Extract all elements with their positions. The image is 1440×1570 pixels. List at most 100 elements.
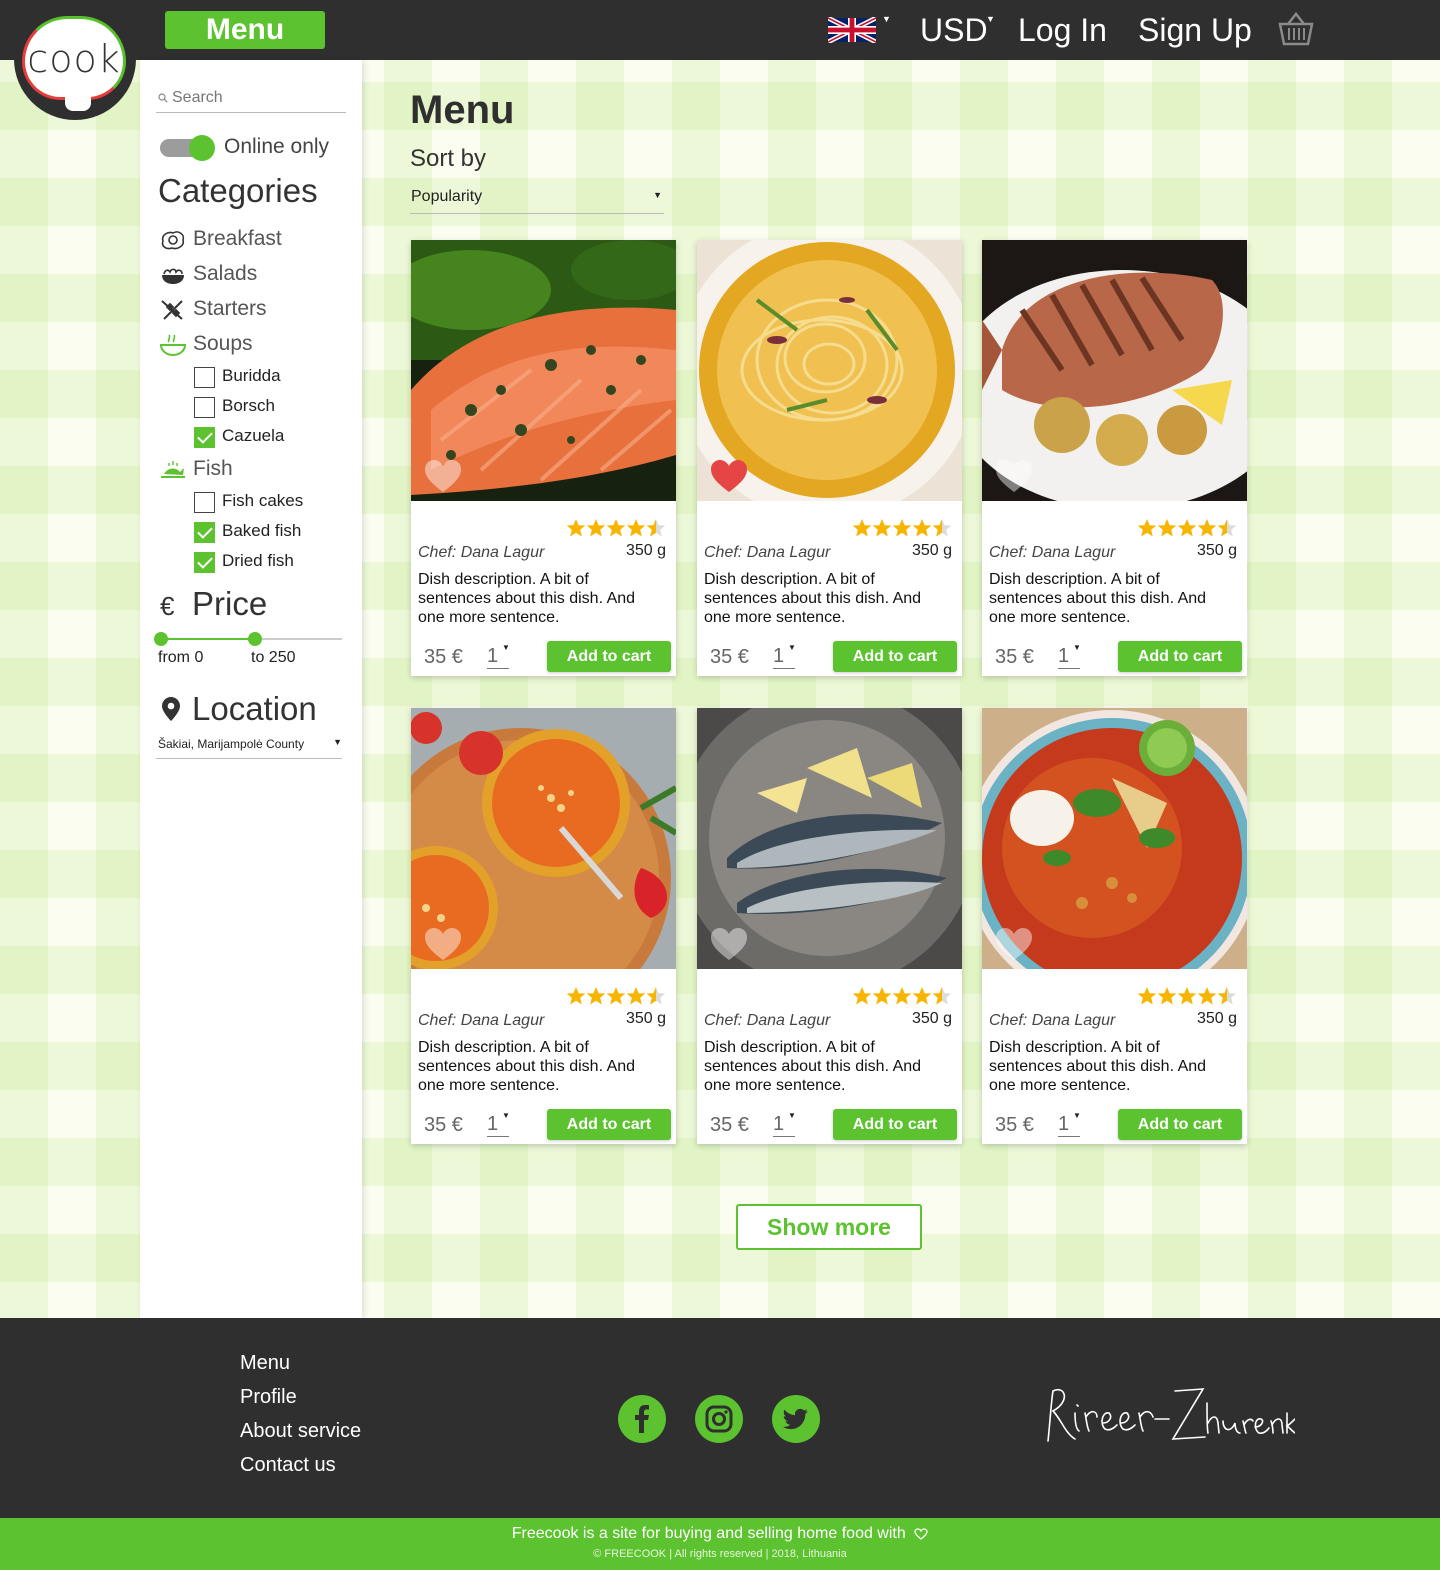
designer-signature — [1047, 1388, 1295, 1442]
heart-icon[interactable] — [423, 458, 463, 494]
quantity-select[interactable]: 1 ▼ — [1058, 1111, 1081, 1137]
search-input[interactable] — [172, 87, 342, 109]
dish-price: 35 € — [710, 646, 749, 668]
add-to-cart-button[interactable]: Add to cart — [1118, 641, 1242, 672]
logo-text: cook — [27, 37, 121, 81]
checkbox[interactable] — [194, 492, 215, 513]
dish-price: 35 € — [424, 646, 463, 668]
dish-card[interactable]: Chef: Dana Lagur 350 g Dish description.… — [411, 708, 676, 1144]
dish-card[interactable]: Chef: Dana Lagur 350 g Dish description.… — [982, 708, 1247, 1144]
chevron-down-icon: ▼ — [788, 1111, 796, 1120]
currency-selector[interactable]: USD — [920, 12, 988, 49]
online-only-toggle[interactable] — [160, 135, 215, 161]
add-to-cart-button[interactable]: Add to cart — [833, 1109, 957, 1140]
chevron-down-icon: ▼ — [502, 1111, 510, 1120]
add-to-cart-button[interactable]: Add to cart — [547, 641, 671, 672]
quantity-select[interactable]: 1 ▼ — [773, 643, 796, 669]
dish-card[interactable]: Chef: Dana Lagur 350 g Dish description.… — [697, 240, 962, 676]
dish-card[interactable]: Chef: Dana Lagur 350 g Dish description.… — [697, 708, 962, 1144]
checkbox[interactable] — [194, 367, 215, 388]
dish-weight: 350 g — [625, 1010, 666, 1027]
dish-card[interactable]: Chef: Dana Lagur 350 g Dish description.… — [982, 240, 1247, 676]
chef-name[interactable]: Chef: Dana Lagur — [989, 1012, 1115, 1030]
quantity-value: 1 — [487, 1113, 499, 1135]
online-only-label: Online only — [224, 135, 330, 158]
sort-select[interactable]: Popularity ▼ — [410, 184, 664, 214]
heart-filled-icon[interactable] — [709, 458, 749, 494]
dish-description: Dish description. A bit of sentences abo… — [989, 571, 1207, 626]
dish-weight: 350 g — [1196, 542, 1237, 559]
instagram-icon[interactable] — [695, 1395, 743, 1443]
dish-price: 35 € — [995, 646, 1034, 668]
checkbox-checked[interactable] — [194, 552, 215, 573]
checkbox-checked[interactable] — [194, 427, 215, 448]
location-heading-text: Location — [192, 690, 317, 727]
category-label: Breakfast — [193, 227, 282, 250]
language-caret-icon[interactable]: ▼ — [882, 14, 891, 24]
chef-name[interactable]: Chef: Dana Lagur — [704, 1012, 830, 1030]
chef-name[interactable]: Chef: Dana Lagur — [704, 544, 830, 562]
price-range-slider[interactable] — [154, 632, 342, 646]
heart-icon[interactable] — [994, 458, 1034, 494]
twitter-icon[interactable] — [772, 1395, 820, 1443]
quantity-value: 1 — [773, 645, 785, 667]
quantity-select[interactable]: 1 ▼ — [487, 1111, 510, 1137]
rating-stars — [1137, 519, 1237, 537]
rating-stars — [566, 987, 666, 1005]
login-link[interactable]: Log In — [1018, 12, 1107, 49]
menu-button[interactable]: Menu — [165, 11, 325, 49]
toggle-knob — [189, 135, 215, 161]
currency-caret-icon[interactable]: ▼ — [986, 14, 995, 24]
checkbox-label: Dried fish — [222, 551, 294, 570]
facebook-icon[interactable] — [618, 1395, 666, 1443]
heart-icon[interactable] — [709, 926, 749, 962]
footer-link-about[interactable]: About service — [240, 1420, 361, 1443]
dish-weight: 350 g — [1196, 1010, 1237, 1027]
footer-link-contact[interactable]: Contact us — [240, 1454, 336, 1477]
chef-name[interactable]: Chef: Dana Lagur — [418, 544, 544, 562]
chevron-down-icon: ▼ — [502, 643, 510, 652]
dish-price: 35 € — [424, 1114, 463, 1136]
quantity-select[interactable]: 1 ▼ — [773, 1111, 796, 1137]
category-label: Soups — [193, 332, 253, 355]
basket-icon[interactable] — [1278, 12, 1314, 46]
search-icon — [158, 93, 168, 103]
chef-name[interactable]: Chef: Dana Lagur — [418, 1012, 544, 1030]
logo[interactable]: cook — [14, 0, 136, 120]
price-to-label: to 250 — [251, 649, 296, 666]
dish-description: Dish description. A bit of sentences abo… — [989, 1039, 1207, 1094]
location-select[interactable]: Šakiai, Marijampolė County ▼ — [156, 734, 342, 759]
signup-link[interactable]: Sign Up — [1138, 12, 1252, 49]
heart-icon[interactable] — [423, 926, 463, 962]
dish-price: 35 € — [710, 1114, 749, 1136]
show-more-button[interactable]: Show more — [736, 1204, 922, 1250]
checkbox-label: Fish cakes — [222, 491, 304, 510]
heart-icon[interactable] — [994, 926, 1034, 962]
location-pin-icon — [162, 697, 180, 721]
dish-card[interactable]: Chef: Dana Lagur 350 g Dish description.… — [411, 240, 676, 676]
price-heading-text: Price — [192, 585, 268, 622]
checkbox-checked[interactable] — [194, 522, 215, 543]
checkbox[interactable] — [194, 397, 215, 418]
chef-name[interactable]: Chef: Dana Lagur — [989, 544, 1115, 562]
fried-egg-icon — [161, 231, 185, 250]
add-to-cart-button[interactable]: Add to cart — [833, 641, 957, 672]
slider-min-handle[interactable] — [154, 632, 168, 646]
dish-weight: 350 g — [911, 542, 952, 559]
category-label: Fish — [193, 457, 233, 480]
uk-flag-icon[interactable] — [828, 17, 876, 43]
footer-link-menu[interactable]: Menu — [240, 1352, 290, 1375]
add-to-cart-button[interactable]: Add to cart — [1118, 1109, 1242, 1140]
search-box[interactable] — [156, 86, 346, 113]
top-navbar: Menu ▼ USD ▼ Log In Sign Up — [0, 0, 1440, 60]
chevron-down-icon: ▼ — [1073, 1111, 1081, 1120]
slider-max-handle[interactable] — [248, 632, 262, 646]
quantity-value: 1 — [1058, 645, 1070, 667]
add-to-cart-button[interactable]: Add to cart — [547, 1109, 671, 1140]
quantity-select[interactable]: 1 ▼ — [1058, 643, 1081, 669]
footer-link-profile[interactable]: Profile — [240, 1386, 297, 1409]
quantity-select[interactable]: 1 ▼ — [487, 643, 510, 669]
rating-stars — [852, 519, 952, 537]
price-from-label: from 0 — [158, 649, 204, 666]
rating-stars — [852, 987, 952, 1005]
